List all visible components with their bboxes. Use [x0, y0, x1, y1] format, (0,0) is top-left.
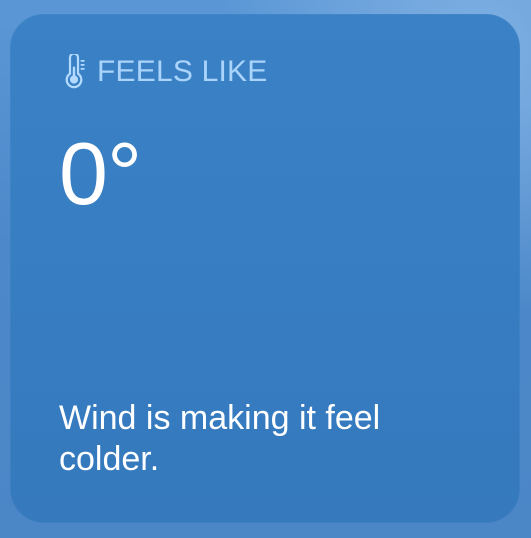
feels-like-description: Wind is making it feel colder. — [59, 399, 381, 479]
feels-like-widget[interactable]: FEELS LIKE 0° Wind is making it feel col… — [10, 14, 520, 523]
thermometer-icon — [59, 54, 87, 90]
feels-like-temperature: 0° — [59, 124, 142, 223]
widget-title: FEELS LIKE — [97, 55, 268, 88]
widget-header: FEELS LIKE — [59, 54, 267, 90]
